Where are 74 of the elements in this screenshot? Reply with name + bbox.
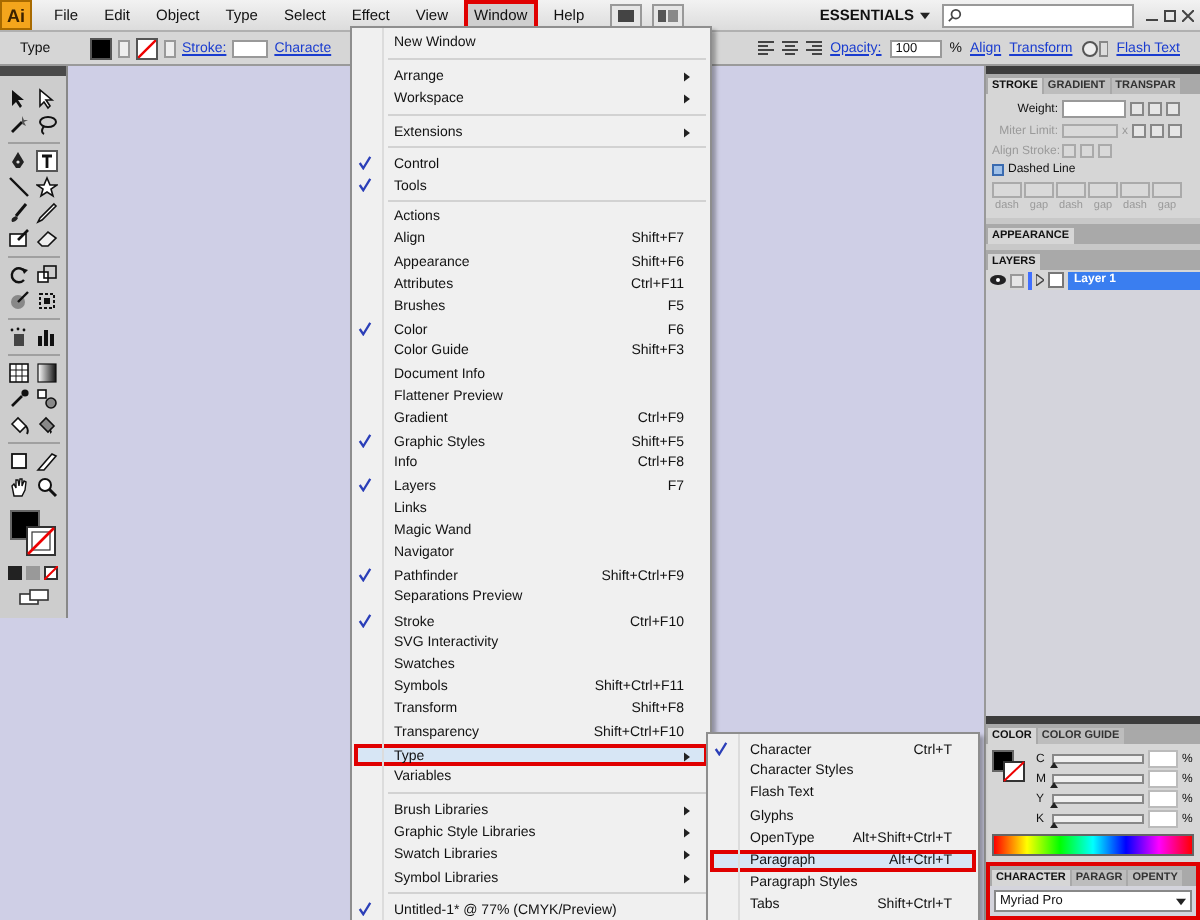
channel-slider[interactable] [1052, 774, 1144, 784]
rotate-icon[interactable] [8, 264, 30, 286]
screen-mode-icon[interactable] [17, 588, 49, 606]
selection-icon[interactable] [36, 414, 58, 436]
none-mode-icon[interactable] [44, 566, 58, 580]
align-left-icon[interactable] [758, 40, 775, 56]
brush-icon[interactable] [8, 202, 30, 224]
slider-thumb[interactable] [1050, 802, 1058, 808]
blend-icon[interactable] [36, 388, 58, 410]
slider-thumb[interactable] [1050, 822, 1058, 828]
close-icon[interactable] [1182, 9, 1194, 21]
lasso-icon[interactable] [36, 114, 58, 136]
type-icon[interactable] [36, 150, 58, 172]
channel-slider[interactable] [1052, 794, 1144, 804]
stroke-weight-field[interactable] [232, 39, 269, 57]
color-mode-icon[interactable] [8, 566, 22, 580]
dashed-line-checkbox[interactable] [992, 164, 1004, 176]
stroke-swatch[interactable] [136, 37, 158, 59]
wand-icon[interactable] [8, 114, 30, 136]
search-field[interactable] [942, 3, 1134, 27]
transform-icon[interactable] [36, 290, 58, 312]
channel-field[interactable] [1148, 810, 1178, 828]
warp-icon[interactable] [8, 290, 30, 312]
fill-stroke-icon[interactable] [7, 508, 59, 560]
recolor-icon[interactable] [1080, 39, 1109, 57]
channel-slider[interactable] [1052, 814, 1144, 824]
search-icon [948, 8, 962, 22]
dash-field[interactable] [1024, 182, 1054, 198]
lock-toggle[interactable] [1010, 273, 1024, 287]
eyedropper-icon[interactable] [8, 388, 30, 410]
channel-field[interactable] [1148, 750, 1178, 768]
channel-field[interactable] [1148, 770, 1178, 788]
dash-field[interactable] [992, 182, 1022, 198]
pencil-icon[interactable] [36, 202, 58, 224]
channel-field[interactable] [1148, 790, 1178, 808]
eye-icon[interactable] [990, 274, 1006, 286]
gradient-icon[interactable] [36, 362, 58, 384]
miter-limit-field[interactable] [1062, 124, 1118, 138]
zoom-icon[interactable] [36, 476, 58, 498]
dropdown-toggle[interactable] [118, 39, 130, 57]
dash-field[interactable] [1152, 182, 1182, 198]
eraser-icon[interactable] [36, 228, 58, 250]
mesh-icon[interactable] [8, 362, 30, 384]
paint-bucket-icon[interactable] [8, 414, 30, 436]
pen-icon[interactable] [8, 150, 30, 172]
scale-icon[interactable] [36, 264, 58, 286]
maximize-icon[interactable] [1164, 9, 1176, 21]
fill-swatch[interactable] [90, 37, 112, 59]
bar-graph-icon[interactable] [36, 326, 58, 348]
blob-brush-icon[interactable] [8, 228, 30, 250]
dropdown-toggle[interactable] [164, 39, 176, 57]
fill-stroke-swatch-icon[interactable] [992, 750, 1028, 782]
align-right-icon[interactable] [806, 40, 823, 56]
arrow-icon[interactable] [36, 88, 58, 110]
dash-field[interactable] [1120, 182, 1150, 198]
slider-thumb[interactable] [1050, 762, 1058, 768]
expand-arrow-icon[interactable] [1036, 274, 1044, 286]
layer-thumbnail [1048, 272, 1064, 288]
spray-icon[interactable] [8, 326, 30, 348]
color-spectrum[interactable] [992, 834, 1194, 856]
caret-icon[interactable] [920, 11, 930, 19]
slider-thumb[interactable] [1050, 782, 1058, 788]
dash-field[interactable] [1056, 182, 1086, 198]
caret-icon [1176, 897, 1186, 905]
align-center-icon[interactable] [782, 40, 799, 56]
star-icon[interactable] [36, 176, 58, 198]
artboard-icon[interactable] [8, 450, 30, 472]
line-icon[interactable] [8, 176, 30, 198]
dash-field[interactable] [1088, 182, 1118, 198]
layout-icon[interactable] [652, 3, 685, 27]
weight-field[interactable] [1062, 100, 1126, 118]
app-logo: Ai [0, 0, 32, 30]
hand-icon[interactable] [8, 476, 30, 498]
channel-slider[interactable] [1052, 754, 1144, 764]
